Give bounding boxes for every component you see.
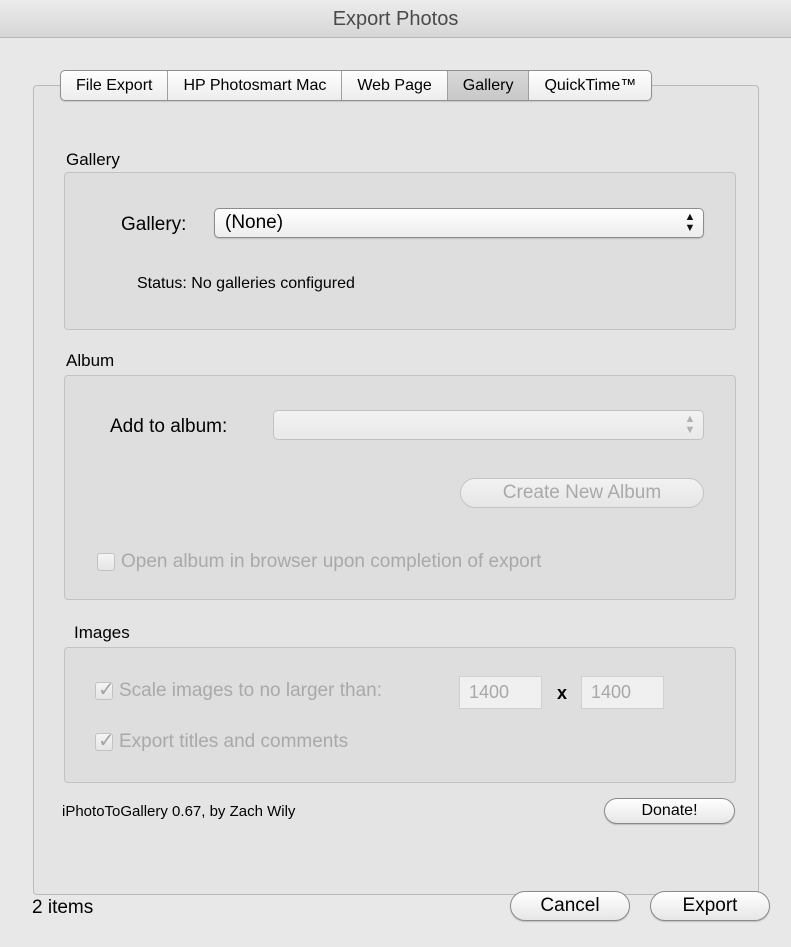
donate-button[interactable]: Donate!	[604, 798, 735, 824]
tab-gallery[interactable]: Gallery	[447, 71, 530, 100]
export-titles-checkbox[interactable]: ✓ Export titles and comments	[95, 730, 349, 753]
export-button[interactable]: Export	[650, 891, 770, 921]
gallery-popup-value: (None)	[225, 212, 284, 233]
tab-bar: File Export HP Photosmart Mac Web Page G…	[60, 70, 653, 101]
gallery-label: Gallery:	[121, 214, 187, 235]
window-title: Export Photos	[0, 0, 791, 38]
checkbox-box: ✓	[95, 679, 115, 701]
images-groupbox	[64, 647, 736, 783]
gallery-section-title: Gallery	[66, 150, 120, 169]
item-count: 2 items	[32, 897, 94, 918]
gallery-groupbox	[64, 172, 736, 330]
popup-arrows-icon: ▲ ▼	[684, 413, 696, 436]
plugin-credit: iPhotoToGallery 0.67, by Zach Wily	[62, 803, 296, 820]
export-titles-label: Export titles and comments	[119, 731, 349, 752]
scale-images-label: Scale images to no larger than:	[119, 680, 382, 701]
tab-hp-photosmart[interactable]: HP Photosmart Mac	[168, 71, 343, 100]
tab-web-page[interactable]: Web Page	[342, 71, 448, 100]
album-section-title: Album	[66, 351, 115, 370]
checkmark-icon: ✓	[98, 679, 115, 701]
status-value: No galleries configured	[191, 275, 355, 292]
status-text: Status: No galleries configured	[137, 275, 355, 293]
cancel-button[interactable]: Cancel	[510, 891, 630, 921]
popup-arrows-icon: ▲ ▼	[684, 211, 696, 234]
checkbox-box: ✓	[95, 730, 115, 752]
album-popup[interactable]: ▲ ▼	[273, 410, 704, 440]
max-height-field[interactable]: 1400	[581, 676, 664, 709]
tab-file-export[interactable]: File Export	[61, 71, 169, 100]
open-in-browser-checkbox[interactable]: Open album in browser upon completion of…	[97, 551, 541, 573]
create-new-album-button[interactable]: Create New Album	[460, 478, 704, 508]
checkbox-box	[97, 553, 115, 571]
checkmark-icon: ✓	[98, 730, 115, 752]
add-to-album-label: Add to album:	[110, 416, 228, 437]
export-sheet: File Export HP Photosmart Mac Web Page G…	[0, 38, 791, 947]
gallery-popup[interactable]: (None) ▲ ▼	[214, 208, 704, 238]
open-in-browser-label: Open album in browser upon completion of…	[121, 551, 542, 572]
images-section-title: Images	[74, 623, 130, 642]
times-symbol: x	[557, 683, 568, 703]
status-label: Status:	[137, 275, 187, 292]
tab-quicktime[interactable]: QuickTime™	[529, 71, 651, 100]
scale-images-checkbox[interactable]: ✓ Scale images to no larger than:	[95, 679, 382, 702]
max-width-field[interactable]: 1400	[459, 676, 542, 709]
